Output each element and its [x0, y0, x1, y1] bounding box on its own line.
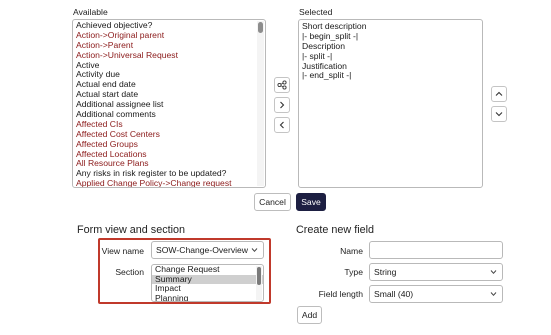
type-value: String: [374, 267, 397, 277]
section-scroll-thumb[interactable]: [257, 267, 261, 285]
move-right-button[interactable]: [274, 97, 290, 113]
section-list[interactable]: Change Request Summary Impact Planning: [151, 264, 264, 302]
available-list[interactable]: Achieved objective? Action->Original pare…: [72, 19, 266, 188]
section-label: Section: [115, 267, 144, 277]
view-name-label: View name: [101, 246, 144, 256]
move-left-icon: [279, 121, 284, 129]
move-up-button[interactable]: [491, 86, 507, 102]
available-item[interactable]: Action->Universal Request: [73, 50, 265, 61]
cancel-button[interactable]: Cancel: [254, 193, 291, 211]
new-field-title: Create new field: [296, 224, 375, 236]
field-length-label: Field length: [318, 289, 363, 299]
form-view-title: Form view and section: [77, 224, 186, 236]
type-select[interactable]: String: [369, 263, 503, 281]
view-name-value: SOW-Change-Overview: [156, 245, 249, 255]
chevron-down-icon: [490, 270, 497, 275]
available-item[interactable]: Applied Change Policy->Change request: [73, 178, 265, 187]
available-scrollbar[interactable]: [257, 21, 264, 186]
available-header: Available: [73, 7, 108, 17]
name-input[interactable]: [369, 241, 503, 259]
move-down-icon: [495, 112, 503, 117]
add-button[interactable]: Add: [297, 306, 322, 324]
move-down-button[interactable]: [491, 106, 507, 122]
type-label: Type: [344, 267, 363, 277]
view-name-select[interactable]: SOW-Change-Overview: [151, 241, 264, 259]
expand-icon: [277, 80, 287, 90]
section-scrollbar[interactable]: [256, 266, 262, 300]
field-length-value: Small (40): [374, 289, 414, 299]
selected-list[interactable]: Short description |- begin_split -| Descri…: [298, 19, 483, 188]
expand-button[interactable]: [274, 77, 290, 93]
move-right-icon: [280, 101, 285, 109]
section-item[interactable]: Planning: [152, 293, 263, 301]
available-scroll-thumb[interactable]: [258, 22, 263, 33]
move-up-icon: [495, 91, 503, 96]
move-left-button[interactable]: [274, 117, 290, 133]
field-length-select[interactable]: Small (40): [369, 285, 503, 303]
save-button[interactable]: Save: [296, 193, 326, 211]
chevron-down-icon: [251, 248, 258, 253]
name-label: Name: [340, 246, 363, 256]
selected-header: Selected: [299, 7, 333, 17]
selected-item[interactable]: |- end_split -|: [299, 71, 482, 81]
chevron-down-icon: [490, 292, 497, 297]
